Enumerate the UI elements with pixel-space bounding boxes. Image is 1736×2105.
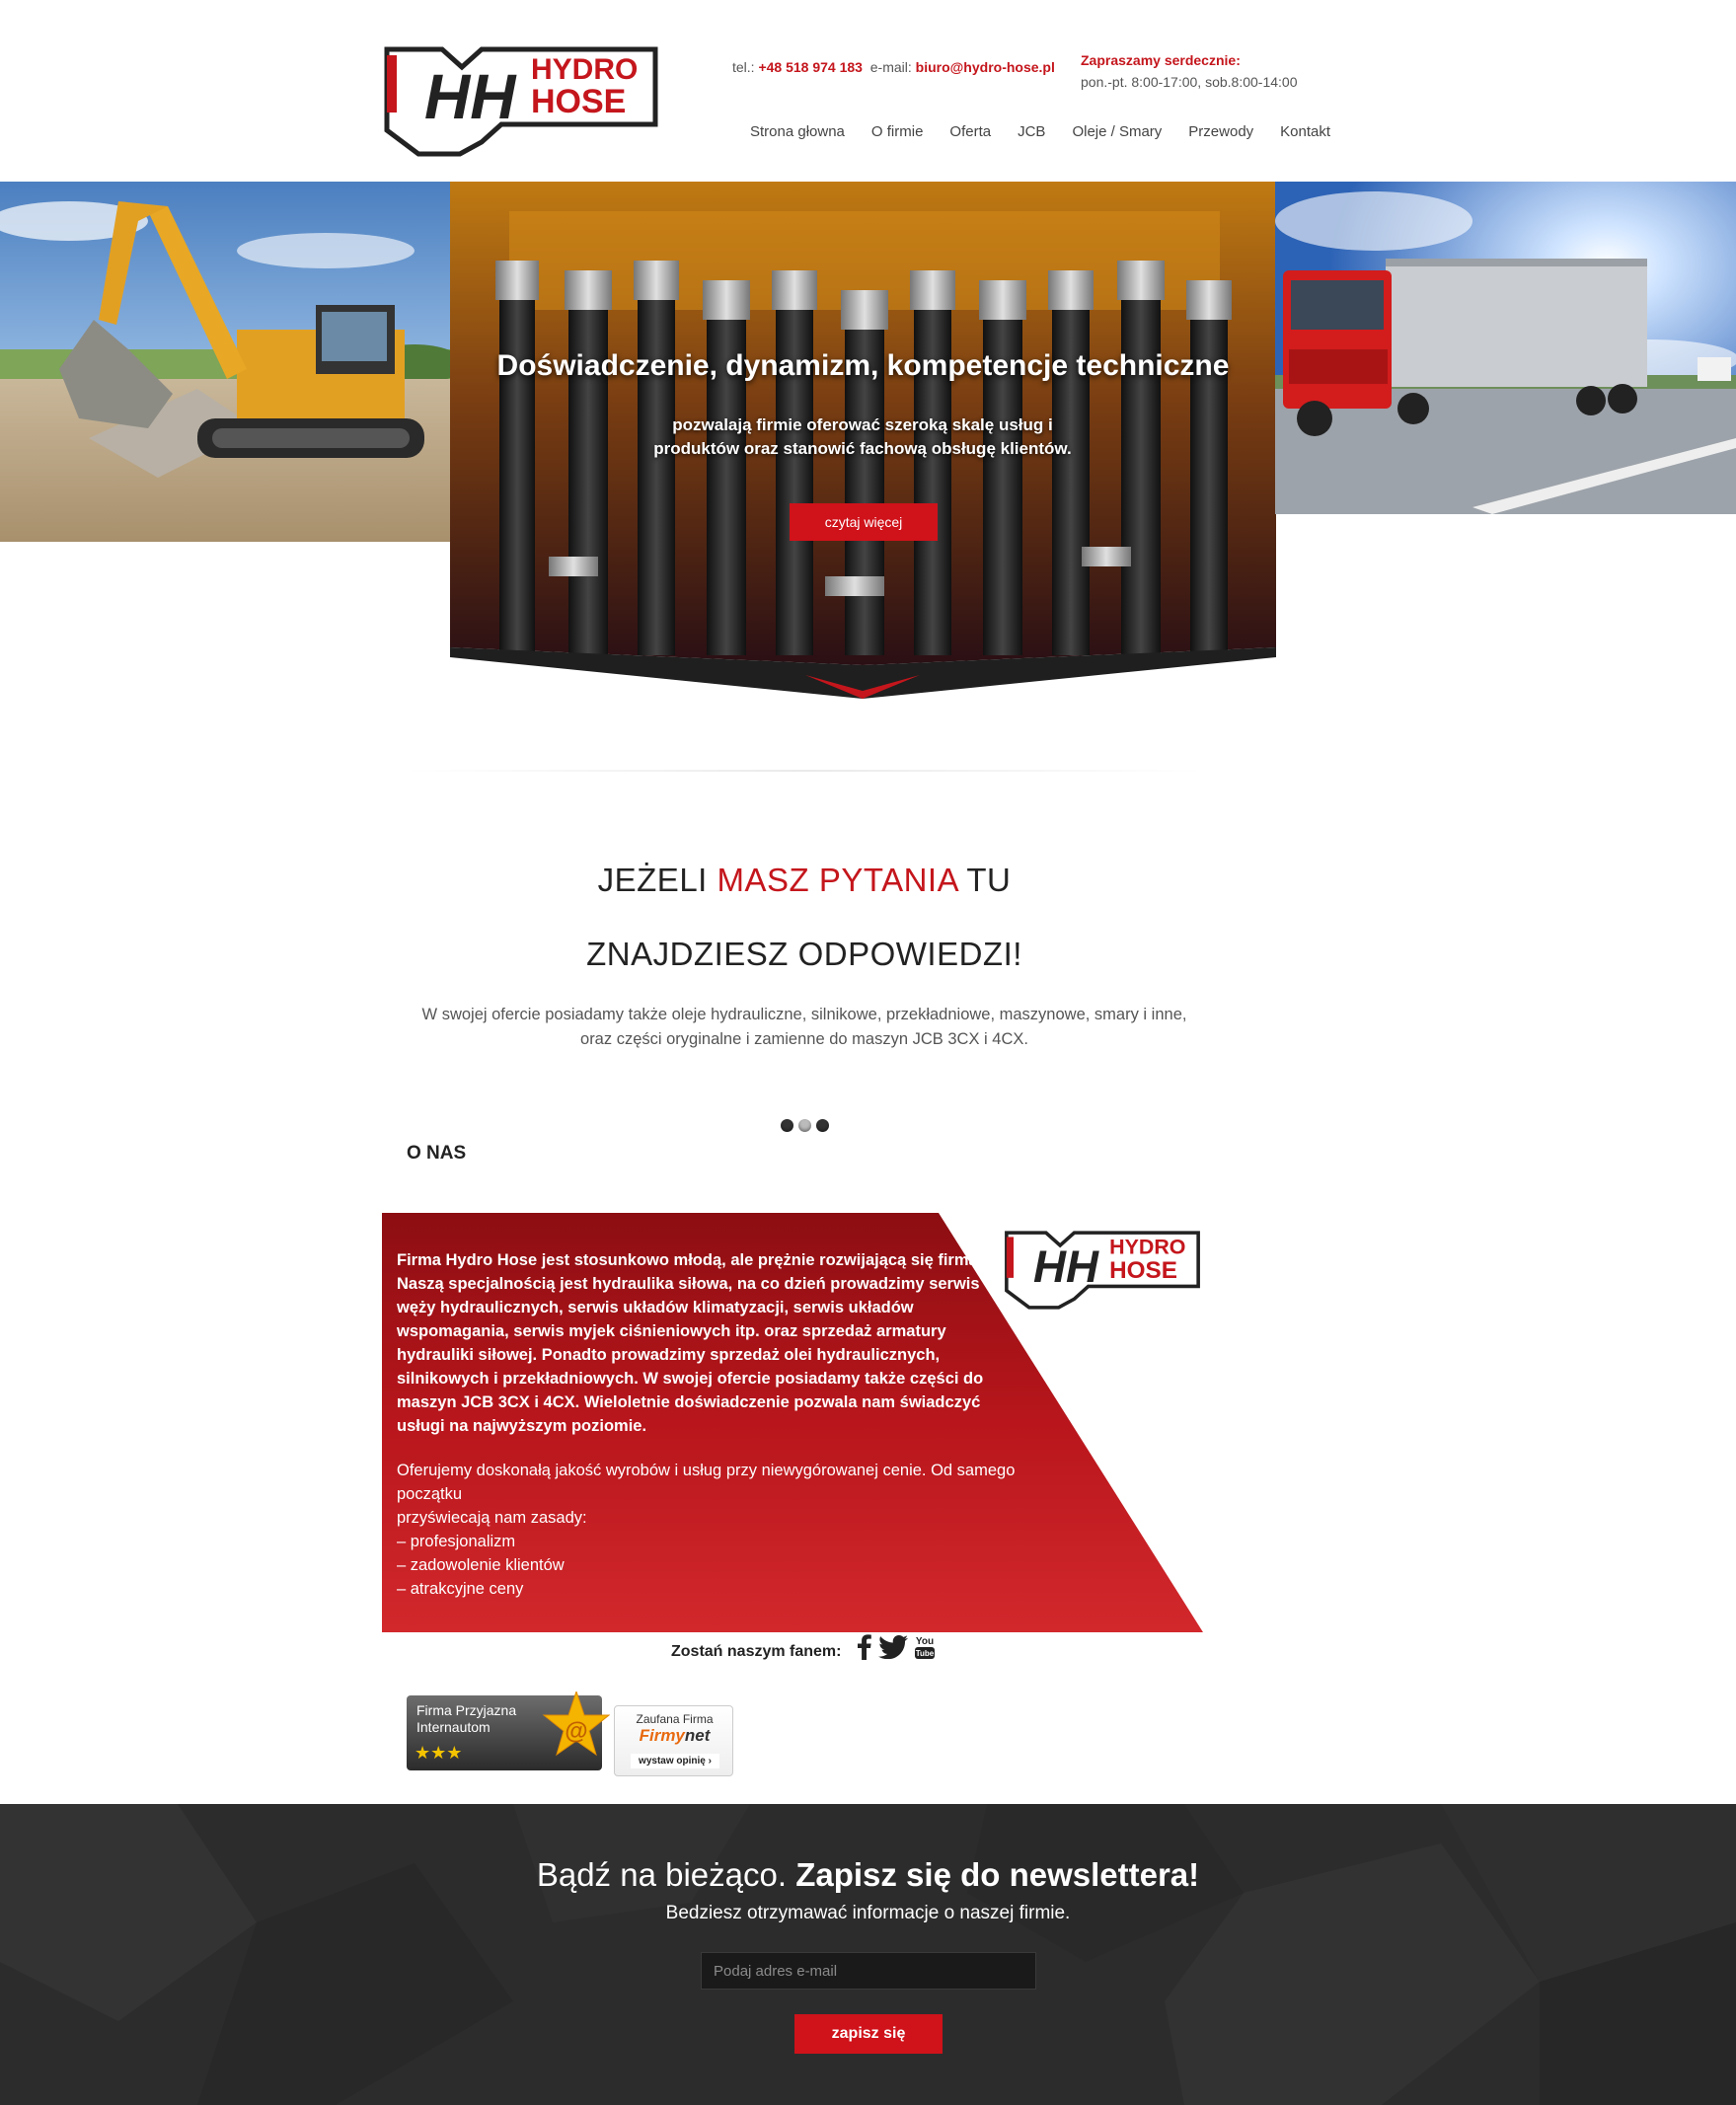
about-para2-line2: początku	[397, 1485, 463, 1503]
newsletter-subtitle: Bedziesz otrzymawać informacje o naszej …	[665, 1903, 1071, 1923]
twitter-icon[interactable]	[878, 1635, 908, 1664]
svg-text:HOSE: HOSE	[531, 83, 626, 120]
svg-text:@: @	[565, 1718, 587, 1745]
questions-text: W swojej ofercie posiadamy także oleje h…	[405, 1003, 1204, 1052]
hours-title: Zapraszamy serdecznie:	[1081, 52, 1241, 68]
slider-pagination	[781, 1119, 829, 1132]
tel-label: tel.:	[732, 59, 755, 75]
svg-text:HOSE: HOSE	[1109, 1257, 1177, 1284]
truck-image	[1275, 182, 1736, 514]
newsletter-title-normal: Bądź na bieżąco.	[536, 1856, 796, 1893]
about-text: Oferujemy doskonałą jakość wyrobów i usł…	[397, 1459, 1028, 1601]
nav-kontakt[interactable]: Kontakt	[1280, 123, 1330, 140]
firmynet-logo-part2: net	[684, 1726, 711, 1745]
facebook-icon[interactable]	[857, 1634, 872, 1665]
youtube-icon[interactable]: You Tube	[914, 1634, 936, 1665]
about-title: O NAS	[407, 1143, 467, 1164]
about-text-bold: Firma Hydro Hose jest stosunkowo młodą, …	[397, 1251, 984, 1435]
about-item-3: – atrakcyjne ceny	[397, 1580, 524, 1598]
about-para2-line1: Oferujemy doskonałą jakość wyrobów i usł…	[397, 1462, 1016, 1479]
read-more-button[interactable]: czytaj więcej	[790, 503, 938, 541]
newsletter-title-bold: Zapisz się do newslettera!	[795, 1856, 1200, 1893]
section-divider	[405, 770, 1204, 772]
nav-o-firmie[interactable]: O firmie	[871, 123, 924, 140]
newsletter-section: Bądź na bieżąco. Zapisz się do newslette…	[0, 1804, 1736, 2105]
nav-oleje-smary[interactable]: Oleje / Smary	[1072, 123, 1162, 140]
svg-text:★★★: ★★★	[415, 1743, 462, 1764]
svg-text:Firma Przyjazna: Firma Przyjazna	[416, 1702, 516, 1718]
firma-przyjazna-badge[interactable]: Firma Przyjazna Internautom ★★★ @	[407, 1692, 610, 1776]
about-para2-line3: przyświecają nam zasady:	[397, 1509, 587, 1527]
slider-dot-3[interactable]	[816, 1119, 829, 1132]
subscribe-button[interactable]: zapisz się	[794, 2014, 943, 2054]
nav-oferta[interactable]: Oferta	[949, 123, 991, 140]
zaufana-firma-badge[interactable]: Zaufana Firma Firmynet wystaw opinię ›	[614, 1705, 733, 1776]
excavator-image	[0, 182, 450, 542]
fan-label: Zostań naszym fanem:	[671, 1643, 842, 1660]
about-item-2: – zadowolenie klientów	[397, 1556, 565, 1574]
questions-heading-part1: JEŻELI	[597, 862, 717, 898]
hero-subline-2: produktów oraz stanowić fachową obsługę …	[653, 439, 1072, 458]
opening-hours: Zapraszamy serdecznie: pon.-pt. 8:00-17:…	[1081, 49, 1298, 93]
social-icons: You Tube	[857, 1634, 936, 1665]
svg-text:HH: HH	[1033, 1241, 1099, 1292]
nav-jcb[interactable]: JCB	[1018, 123, 1045, 140]
header: HH HYDRO HOSE tel.: +48 518 974 183 e-ma…	[0, 0, 1736, 182]
site-logo[interactable]: HH HYDRO HOSE	[383, 45, 659, 158]
email-link[interactable]: biuro@hydro-hose.pl	[916, 59, 1055, 75]
email-label: e-mail:	[869, 59, 912, 75]
questions-heading-line2: ZNAJDZIESZ ODPOWIEDZI!	[586, 936, 1022, 972]
hero-subline-1: pozwalają firmie oferować szeroką skalę …	[672, 415, 1053, 434]
contact-info: tel.: +48 518 974 183 e-mail: biuro@hydr…	[732, 59, 1055, 75]
about-item-1: – profesjonalizm	[397, 1533, 516, 1550]
phone-link[interactable]: +48 518 974 183	[758, 59, 863, 75]
questions-heading: JEŻELI MASZ PYTANIA TU	[0, 862, 1609, 899]
nav-strona-glowna[interactable]: Strona głowna	[750, 123, 845, 140]
nav-przewody[interactable]: Przewody	[1188, 123, 1253, 140]
badge2-line1: Zaufana Firma	[636, 1712, 714, 1726]
svg-text:You: You	[916, 1636, 934, 1647]
hero-headline: Doświadczenie, dynamizm, kompetencje tec…	[496, 349, 1230, 382]
about-logo: HH HYDRO HOSE	[1005, 1231, 1200, 1310]
hero-slide: Doświadczenie, dynamizm, kompetencje tec…	[450, 182, 1276, 699]
write-review-link[interactable]: wystaw opinię ›	[631, 1754, 719, 1768]
questions-text-1: W swojej ofercie posiadamy także oleje h…	[421, 1006, 1187, 1023]
hero-subline: pozwalają firmie oferować szeroką skalę …	[616, 413, 1109, 461]
slider-dot-2[interactable]	[798, 1119, 811, 1132]
svg-text:HYDRO: HYDRO	[1109, 1236, 1185, 1259]
questions-text-2: oraz części oryginalne i zamienne do mas…	[580, 1030, 1028, 1048]
firmynet-logo: Firmynet	[615, 1726, 734, 1746]
hours-text: pon.-pt. 8:00-17:00, sob.8:00-14:00	[1081, 74, 1298, 90]
about-section: HH HYDRO HOSE Firma Hydro Hose jest stos…	[382, 1213, 1203, 1632]
slider-dot-1[interactable]	[781, 1119, 793, 1132]
newsletter-title: Bądź na bieżąco. Zapisz się do newslette…	[0, 1856, 1736, 1894]
svg-text:HYDRO: HYDRO	[531, 53, 638, 86]
svg-text:Internautom: Internautom	[416, 1719, 491, 1735]
firmynet-logo-part1: Firmy	[639, 1726, 685, 1745]
svg-text:Tube: Tube	[916, 1649, 935, 1658]
questions-heading-part3: TU	[957, 862, 1012, 898]
newsletter-email-input[interactable]	[701, 1952, 1036, 1990]
questions-heading-highlight: MASZ PYTANIA	[717, 862, 958, 898]
main-nav: Strona głowna O firmie Oferta JCB Oleje …	[750, 123, 1357, 140]
svg-text:HH: HH	[424, 61, 517, 132]
